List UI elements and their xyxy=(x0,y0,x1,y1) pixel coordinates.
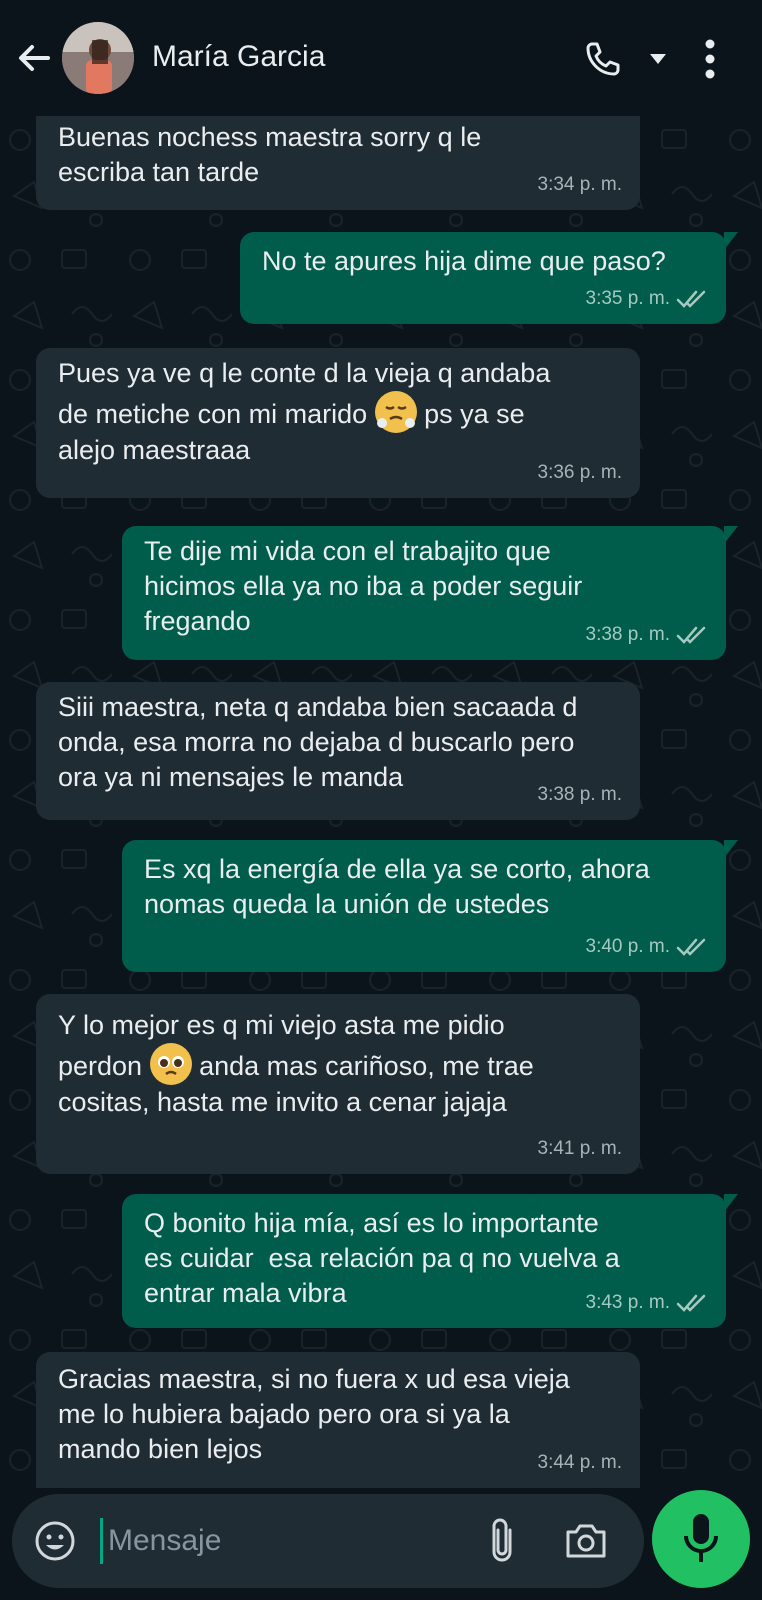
message-time: 3:35 p. m. xyxy=(585,288,671,309)
double-check-icon xyxy=(676,290,706,308)
back-arrow-icon[interactable] xyxy=(14,38,54,78)
double-check-icon xyxy=(676,938,706,956)
message-text: Siii maestra, neta q andaba bien sacaada… xyxy=(58,692,578,792)
bubble-tail xyxy=(724,526,738,544)
message-time: 3:41 p. m. xyxy=(537,1138,623,1159)
message-time: 3:40 p. m. xyxy=(585,936,671,957)
message-outgoing[interactable]: Q bonito hija mía, así es lo importante … xyxy=(122,1194,738,1328)
message-outgoing[interactable]: Es xq la energía de ella ya se corto, ah… xyxy=(122,840,738,972)
message-incoming[interactable]: Siii maestra, neta q andaba bien sacaada… xyxy=(36,682,640,820)
dropdown-arrow-icon[interactable] xyxy=(650,54,666,64)
message-incoming[interactable]: Buenas nochess maestra sorry q le escrib… xyxy=(36,116,640,210)
mic-icon xyxy=(684,1514,718,1562)
message-time: 3:43 p. m. xyxy=(585,1292,671,1313)
double-check-icon xyxy=(676,1294,706,1312)
message-text: Gracias maestra, si no fuera x ud esa vi… xyxy=(58,1364,570,1464)
message-incoming[interactable]: Pues ya ve q le conte d la vieja q andab… xyxy=(36,348,640,498)
message-input[interactable]: Mensaje xyxy=(108,1524,221,1558)
voice-message-button[interactable] xyxy=(652,1490,750,1588)
steam-face-emoji-icon xyxy=(374,391,417,433)
text-cursor xyxy=(100,1518,103,1564)
message-time: 3:38 p. m. xyxy=(537,784,623,805)
chat-header: María Garcia xyxy=(0,0,762,116)
emoji-icon[interactable] xyxy=(34,1520,76,1562)
message-text: No te apures hija dime que paso? xyxy=(262,246,666,276)
message-time: 3:34 p. m. xyxy=(537,174,623,195)
message-outgoing[interactable]: Te dije mi vida con el trabajito que hic… xyxy=(122,526,738,660)
contact-name[interactable]: María Garcia xyxy=(152,40,325,74)
pleading-face-emoji-icon xyxy=(149,1043,192,1085)
message-text: Buenas nochess maestra sorry q le escrib… xyxy=(58,122,482,187)
avatar[interactable] xyxy=(62,22,134,94)
chat-area[interactable]: Buenas nochess maestra sorry q le escrib… xyxy=(0,116,762,1488)
message-text: Es xq la energía de ella ya se corto, ah… xyxy=(144,854,650,919)
more-vert-icon[interactable] xyxy=(704,38,716,80)
bubble-tail xyxy=(724,232,738,250)
message-time: 3:36 p. m. xyxy=(537,462,623,483)
message-time: 3:38 p. m. xyxy=(585,624,671,645)
phone-icon[interactable] xyxy=(584,40,622,78)
message-outgoing[interactable]: No te apures hija dime que paso? 3:35 p.… xyxy=(240,232,738,324)
message-composer[interactable]: Mensaje xyxy=(12,1494,644,1588)
bubble-tail xyxy=(724,840,738,858)
message-incoming[interactable]: Y lo mejor es q mi viejo asta me pidio p… xyxy=(36,994,640,1174)
message-time: 3:44 p. m. xyxy=(537,1452,623,1473)
attach-icon[interactable] xyxy=(482,1516,522,1566)
double-check-icon xyxy=(676,626,706,644)
message-incoming[interactable]: Gracias maestra, si no fuera x ud esa vi… xyxy=(36,1352,640,1488)
bubble-tail xyxy=(724,1194,738,1212)
camera-icon[interactable] xyxy=(564,1520,608,1560)
